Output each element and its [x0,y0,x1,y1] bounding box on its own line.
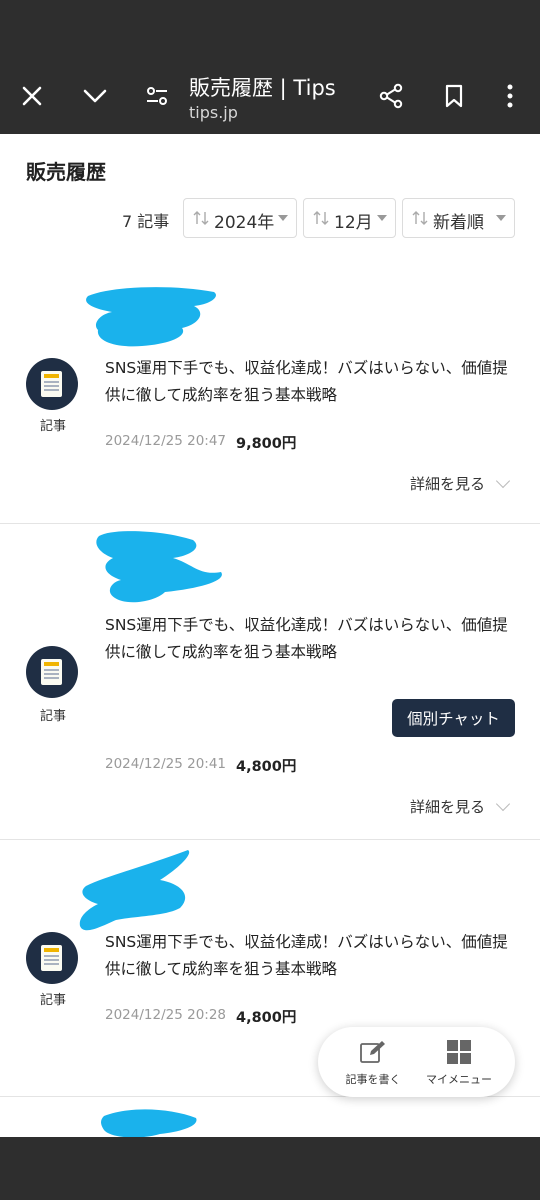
article-avatar [26,358,78,410]
caret-down-icon [278,215,288,221]
sort-icon [313,211,329,225]
write-article-label: 記事を書く [345,1073,401,1086]
sort-order-filter[interactable]: 新着順 [402,198,515,238]
sliders-icon[interactable] [140,58,174,134]
browser-page-title: 販売履歴 | Tips [189,76,336,100]
article-count: 7 記事 [122,212,170,231]
sales-history-page: 販売履歴 7 記事 2024年 12月 新着順 記事 SNS運用下手でも、収益化… [0,134,540,1137]
article-avatar [26,646,78,698]
article-avatar [26,932,78,984]
article-type-label: 記事 [40,709,67,724]
edit-icon [360,1041,385,1063]
document-icon [41,659,62,685]
article-title[interactable]: SNS運用下手でも、収益化達成！バズはいらない、価値提供に徹して成約率を狙う基本… [105,355,520,409]
redaction-mark [86,287,216,347]
browser-url: tips.jp [189,103,238,122]
grid-icon [447,1040,471,1064]
year-filter-label: 2024年 [214,213,275,233]
sort-icon [193,211,209,225]
bookmark-icon[interactable] [438,58,470,134]
month-filter[interactable]: 12月 [303,198,396,238]
sale-date: 2024/12/25 20:41 [105,756,227,772]
sale-date: 2024/12/25 20:47 [105,433,227,449]
sort-icon [412,211,428,225]
article-title[interactable]: SNS運用下手でも、収益化達成！バズはいらない、価値提供に徹して成約率を狙う基本… [105,612,520,666]
chevron-down-icon[interactable] [495,796,511,812]
chevron-down-icon[interactable] [74,58,116,134]
view-details-link[interactable]: 詳細を見る [410,796,485,817]
year-filter[interactable]: 2024年 [183,198,297,238]
page-title: 販売履歴 [26,160,106,184]
article-title[interactable]: SNS運用下手でも、収益化達成！バズはいらない、価値提供に徹して成約率を狙う基本… [105,929,520,983]
my-menu-label: マイメニュー [426,1073,492,1086]
sale-date: 2024/12/25 20:28 [105,1007,227,1023]
redaction-mark [96,531,222,603]
sale-price: 4,800円 [236,1010,297,1026]
chevron-down-icon[interactable] [495,473,511,489]
document-icon [41,371,62,397]
status-bar [0,0,540,58]
sales-item: 記事 SNS運用下手でも、収益化達成！バズはいらない、価値提供に徹して成約率を狙… [0,270,540,524]
browser-toolbar: 販売履歴 | Tips tips.jp [0,58,540,134]
view-details-link[interactable]: 詳細を見る [410,473,485,494]
article-type-label: 記事 [40,419,67,434]
write-article-button[interactable]: 記事を書く [328,1027,418,1097]
private-chat-button[interactable]: 個別チャット [392,699,515,737]
sale-price: 9,800円 [236,436,297,452]
redaction-mark [79,850,190,931]
sales-item: 記事 SNS運用下手でも、収益化達成！バズはいらない、価値提供に徹して成約率を狙… [0,524,540,840]
article-type-label: 記事 [40,993,67,1008]
my-menu-button[interactable]: マイメニュー [414,1027,504,1097]
close-icon[interactable] [12,58,52,134]
more-vertical-icon[interactable] [496,58,524,134]
caret-down-icon [377,215,387,221]
document-icon [41,945,62,971]
floating-menu: 記事を書く マイメニュー [318,1027,515,1097]
system-navigation-bar [0,1137,540,1200]
sort-order-label: 新着順 [433,213,484,233]
sale-price: 4,800円 [236,759,297,775]
share-icon[interactable] [374,58,408,134]
month-filter-label: 12月 [334,213,373,233]
caret-down-icon [496,215,506,221]
redaction-mark [101,1109,197,1137]
